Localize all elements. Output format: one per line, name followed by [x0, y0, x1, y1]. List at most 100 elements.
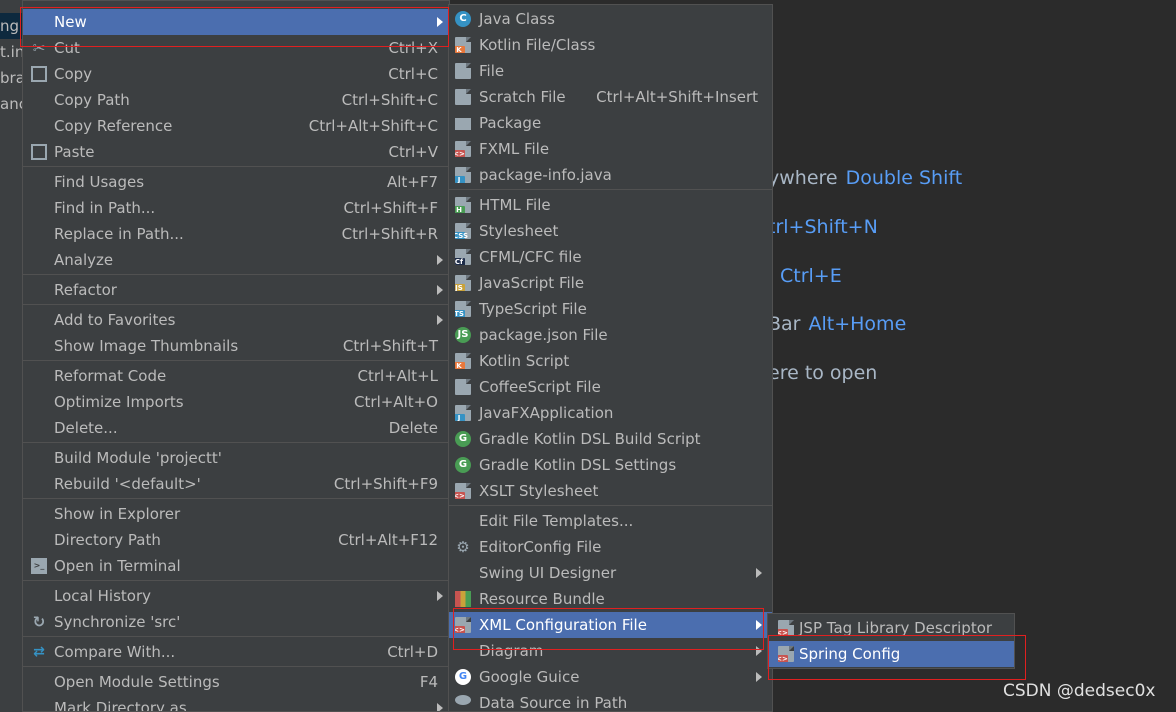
menu-separator: [449, 505, 772, 506]
menu-item-reformat-code[interactable]: Reformat Code Ctrl+Alt+L: [23, 363, 449, 389]
new-item-java-class[interactable]: C Java Class: [449, 6, 772, 32]
hint-text: ywhere: [768, 167, 838, 189]
menu-item-shortcut: Ctrl+Alt+O: [354, 393, 438, 411]
menu-item-copy-reference[interactable]: Copy Reference Ctrl+Alt+Shift+C: [23, 113, 449, 139]
menu-item-copy-path[interactable]: Copy Path Ctrl+Shift+C: [23, 87, 449, 113]
menu-item-label: TypeScript File: [479, 300, 587, 318]
new-item-package-json-file[interactable]: JS package.json File: [449, 322, 772, 348]
menu-item-delete[interactable]: Delete... Delete: [23, 415, 449, 441]
menu-item-compare-with[interactable]: ⇄ Compare With... Ctrl+D: [23, 639, 449, 665]
new-item-stylesheet[interactable]: CSS Stylesheet: [449, 218, 772, 244]
new-item-gradle-kotlin-dsl-settings[interactable]: G Gradle Kotlin DSL Settings: [449, 452, 772, 478]
coffeescript-file-icon: [455, 379, 471, 395]
menu-item-refactor[interactable]: Refactor: [23, 277, 449, 303]
menu-item-label: Package: [479, 114, 542, 132]
tree-row[interactable]: t.in: [0, 39, 22, 65]
new-item-package-info-java[interactable]: Jpackage-info.java: [449, 162, 772, 188]
menu-item-label: New: [54, 13, 87, 31]
tree-row-label: bra: [0, 69, 22, 87]
cfml-file-icon: Cf: [455, 249, 471, 265]
new-item-coffeescript-file[interactable]: CoffeeScript File: [449, 374, 772, 400]
menu-item-label: FXML File: [479, 140, 550, 158]
xml-configuration-submenu: <> JSP Tag Library Descriptor <> Spring Con…: [767, 613, 1015, 669]
menu-item-label: Scratch File: [479, 88, 566, 106]
new-item-scratch-file[interactable]: Scratch File Ctrl+Alt+Shift+Insert: [449, 84, 772, 110]
menu-item-shortcut: Ctrl+D: [387, 643, 438, 661]
menu-item-label: Rebuild '<default>': [54, 475, 201, 493]
menu-item-new[interactable]: New: [23, 9, 449, 35]
jsp-tag-icon: <>: [778, 620, 794, 636]
menu-item-label: Gradle Kotlin DSL Build Script: [479, 430, 701, 448]
new-item-cfml-cfc-file[interactable]: Cf CFML/CFC file: [449, 244, 772, 270]
new-item-xml-configuration-file[interactable]: <> XML Configuration File: [449, 612, 772, 638]
new-item-kotlin-script[interactable]: K Kotlin Script: [449, 348, 772, 374]
new-item-typescript-file[interactable]: TS TypeScript File: [449, 296, 772, 322]
tree-row[interactable]: bra: [0, 65, 22, 91]
menu-item-synchronize-src[interactable]: ↻ Synchronize 'src': [23, 609, 449, 635]
scratch-file-icon: [455, 89, 471, 105]
tree-row[interactable]: anc: [0, 91, 22, 117]
menu-item-show-image-thumbnails[interactable]: Show Image Thumbnails Ctrl+Shift+T: [23, 333, 449, 359]
package-icon: [455, 118, 471, 130]
menu-item-label: Spring Config: [799, 645, 901, 663]
new-item-file[interactable]: File: [449, 58, 772, 84]
menu-item-mark-directory-as[interactable]: Mark Directory as: [23, 695, 449, 711]
new-item-kotlin-file-class[interactable]: K Kotlin File/Class: [449, 32, 772, 58]
new-item-gradle-kotlin-dsl-build-script[interactable]: G Gradle Kotlin DSL Build Script: [449, 426, 772, 452]
new-item-resource-bundle[interactable]: Resource Bundle: [449, 586, 772, 612]
menu-item-shortcut: Ctrl+Shift+T: [342, 337, 438, 355]
menu-item-build-module-projectt[interactable]: Build Module 'projectt': [23, 445, 449, 471]
menu-item-find-in-path[interactable]: Find in Path... Ctrl+Shift+F: [23, 195, 449, 221]
new-item-fxml-file[interactable]: <> FXML File: [449, 136, 772, 162]
menu-item-label: CoffeeScript File: [479, 378, 601, 396]
menu-separator: [23, 166, 449, 167]
menu-item-shortcut: Ctrl+V: [388, 143, 438, 161]
menu-item-optimize-imports[interactable]: Optimize Imports Ctrl+Alt+O: [23, 389, 449, 415]
new-item-google-guice[interactable]: G Google Guice: [449, 664, 772, 690]
new-item-package[interactable]: Package: [449, 110, 772, 136]
menu-item-analyze[interactable]: Analyze: [23, 247, 449, 273]
menu-separator: [23, 442, 449, 443]
java-file-icon: J: [455, 167, 471, 183]
menu-item-directory-path[interactable]: Directory Path Ctrl+Alt+F12: [23, 527, 449, 553]
new-item-javafxapplication[interactable]: J JavaFXApplication: [449, 400, 772, 426]
menu-item-label: EditorConfig File: [479, 538, 602, 556]
menu-item-label: Stylesheet: [479, 222, 559, 240]
menu-item-paste[interactable]: Paste Ctrl+V: [23, 139, 449, 165]
menu-separator: [23, 360, 449, 361]
menu-item-label: JavaScript File: [479, 274, 585, 292]
xml-file-icon: <>: [455, 617, 471, 633]
menu-item-local-history[interactable]: Local History: [23, 583, 449, 609]
menu-item-label: Local History: [54, 587, 152, 605]
new-item-swing-ui-designer[interactable]: Swing UI Designer: [449, 560, 772, 586]
new-item-editorconfig-file[interactable]: ⚙ EditorConfig File: [449, 534, 772, 560]
editor-hint-go-to-file: trl+Shift+N: [768, 216, 878, 238]
menu-item-shortcut: Ctrl+X: [388, 39, 438, 57]
menu-item-cut[interactable]: ✂ Cut Ctrl+X: [23, 35, 449, 61]
new-item-xslt-stylesheet[interactable]: <> XSLT Stylesheet: [449, 478, 772, 504]
menu-item-show-in-explorer[interactable]: Show in Explorer: [23, 501, 449, 527]
menu-item-open-in-terminal[interactable]: >_ Open in Terminal: [23, 553, 449, 579]
submenu-arrow-icon: [437, 703, 443, 711]
xml-item-spring-config[interactable]: <> Spring Config: [768, 641, 1014, 667]
new-item-javascript-file[interactable]: JS JavaScript File: [449, 270, 772, 296]
menu-item-add-to-favorites[interactable]: Add to Favorites: [23, 307, 449, 333]
editor-hint-recent-files: Ctrl+E: [772, 265, 842, 287]
menu-item-open-module-settings[interactable]: Open Module Settings F4: [23, 669, 449, 695]
menu-item-rebuild-default[interactable]: Rebuild '<default>' Ctrl+Shift+F9: [23, 471, 449, 497]
spring-config-icon: <>: [778, 646, 794, 662]
tree-row-label: ng: [0, 17, 20, 35]
xml-item-jsp-tag-library-descriptor[interactable]: <> JSP Tag Library Descriptor: [768, 615, 1014, 641]
html-file-icon: H: [455, 197, 471, 213]
new-item-diagram[interactable]: Diagram: [449, 638, 772, 664]
new-item-html-file[interactable]: H HTML File: [449, 192, 772, 218]
menu-item-copy[interactable]: Copy Ctrl+C: [23, 61, 449, 87]
new-item-edit-file-templates[interactable]: Edit File Templates...: [449, 508, 772, 534]
tree-row[interactable]: ng: [0, 13, 22, 39]
menu-item-find-usages[interactable]: Find Usages Alt+F7: [23, 169, 449, 195]
menu-item-label: Replace in Path...: [54, 225, 184, 243]
new-item-data-source-in-path[interactable]: Data Source in Path: [449, 690, 772, 711]
kotlin-file-icon: K: [455, 37, 471, 53]
menu-item-label: Find Usages: [54, 173, 145, 191]
menu-item-replace-in-path[interactable]: Replace in Path... Ctrl+Shift+R: [23, 221, 449, 247]
